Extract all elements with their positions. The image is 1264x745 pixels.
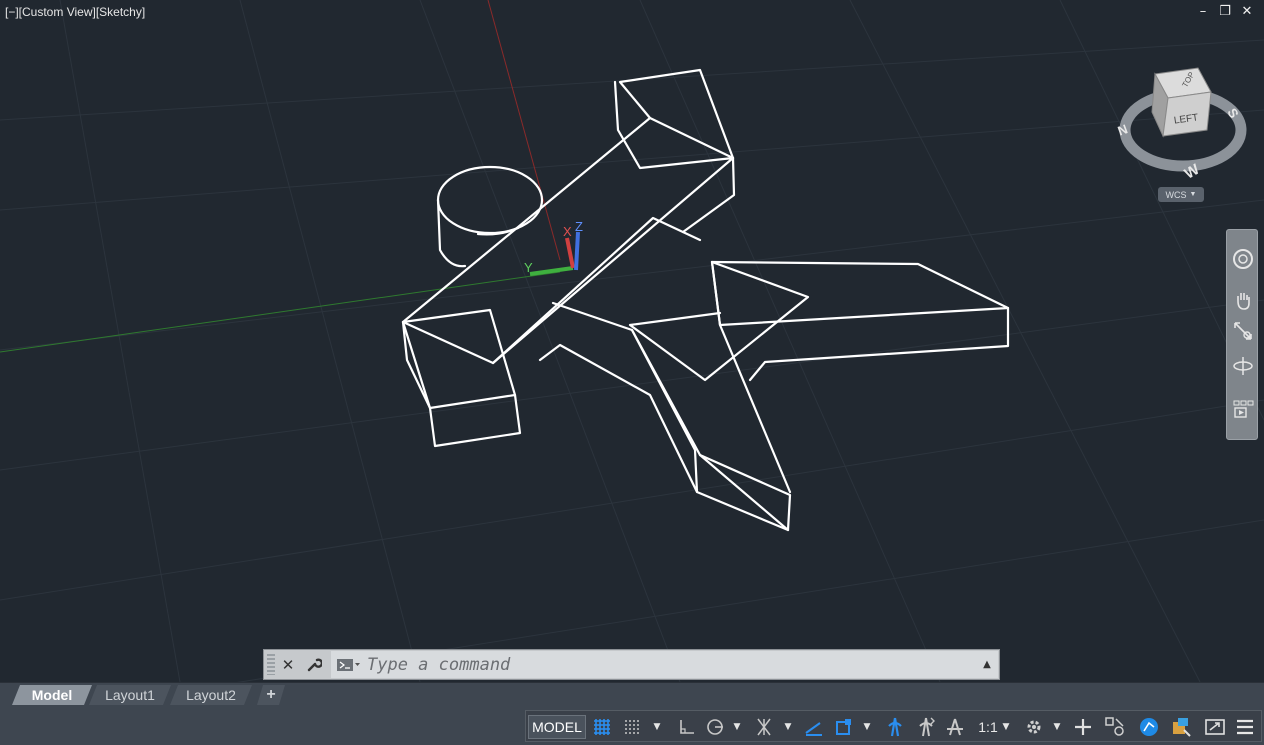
osnap-track-icon[interactable] <box>802 715 826 739</box>
tab-model[interactable]: Model <box>12 685 92 705</box>
zoom-extents-icon[interactable] <box>1231 319 1255 343</box>
model-space-button[interactable]: MODEL <box>528 715 586 739</box>
command-input-area[interactable]: ▲ <box>331 651 998 678</box>
minimize-icon[interactable]: – <box>1196 4 1210 20</box>
ucs-icon: Y X Z <box>524 219 583 276</box>
ucs-x-label: X <box>563 224 572 239</box>
chevron-down-icon[interactable]: ▼ <box>650 715 664 739</box>
tab-layout2-label: Layout2 <box>186 687 236 703</box>
chevron-down-icon[interactable]: ▼ <box>860 715 874 739</box>
osnap-icon[interactable] <box>832 715 856 739</box>
close-icon[interactable]: ✕ <box>1240 4 1254 20</box>
grid-lines <box>0 0 1264 682</box>
view-cube[interactable]: TOP LEFT N S W <box>1116 67 1247 183</box>
viewport-window-controls: – ❐ ✕ <box>1196 4 1254 20</box>
annotation-scale-value[interactable]: 1:1 <box>975 715 1001 739</box>
wcs-label: WCS <box>1165 189 1187 200</box>
customization-icon[interactable] <box>1232 715 1258 739</box>
isolate-icon[interactable] <box>1168 715 1194 739</box>
ortho-icon[interactable] <box>674 715 698 739</box>
quick-properties-icon[interactable] <box>1136 715 1162 739</box>
tab-model-label: Model <box>31 687 73 703</box>
chevron-down-icon[interactable]: ▼ <box>1000 715 1012 739</box>
model-viewport[interactable]: Y X Z TOP LEFT N S W [−][Custom View][Sk… <box>0 0 1264 682</box>
orbit-icon[interactable] <box>1231 354 1255 378</box>
annotation-visibility-icon[interactable] <box>882 715 908 739</box>
polar-icon[interactable] <box>703 715 727 739</box>
workspace-icon[interactable] <box>1022 715 1046 739</box>
snap-icon[interactable] <box>620 715 644 739</box>
command-prompt-icon[interactable] <box>331 658 365 672</box>
autoscale-icon[interactable] <box>913 715 939 739</box>
tab-layout2[interactable]: Layout2 <box>170 685 252 705</box>
clean-screen-icon[interactable] <box>1202 715 1228 739</box>
status-bar: MODEL ▼ ▼ ▼ ▼ 1:1 ▼ ▼ <box>0 708 1264 745</box>
grid-icon[interactable] <box>590 715 614 739</box>
drawing-canvas[interactable]: Y X Z TOP LEFT N S W <box>0 0 1264 682</box>
chevron-down-icon[interactable]: ▼ <box>1050 715 1064 739</box>
chevron-down-icon[interactable]: ▼ <box>781 715 795 739</box>
ucs-y-label: Y <box>524 260 533 275</box>
layout-tab-bar: Model Layout1 Layout2 + <box>0 682 1264 709</box>
pan-hand-icon[interactable] <box>1231 288 1255 312</box>
navigation-bar <box>1226 229 1258 440</box>
chevron-down-icon[interactable]: ▼ <box>730 715 744 739</box>
status-tray: MODEL ▼ ▼ ▼ ▼ 1:1 ▼ ▼ <box>525 710 1262 742</box>
restore-icon[interactable]: ❐ <box>1218 4 1232 20</box>
add-layout-label: + <box>266 686 276 703</box>
annotation-scale-icon[interactable] <box>942 715 968 739</box>
tab-layout1[interactable]: Layout1 <box>89 685 171 705</box>
wrench-icon[interactable] <box>301 650 327 679</box>
command-line: ✕ ▲ <box>263 649 1000 680</box>
showmotion-icon[interactable] <box>1231 398 1255 422</box>
chevron-up-icon[interactable]: ▲ <box>976 659 998 670</box>
ucs-z-label: Z <box>575 219 583 234</box>
add-layout-button[interactable]: + <box>257 685 285 705</box>
viewport-controls-label[interactable]: [−][Custom View][Sketchy] <box>5 5 145 19</box>
command-input[interactable] <box>365 653 976 676</box>
isodraft-icon[interactable] <box>752 715 776 739</box>
command-line-grip[interactable] <box>267 654 275 675</box>
steering-wheel-icon[interactable] <box>1231 247 1255 271</box>
tab-layout1-label: Layout1 <box>105 687 155 703</box>
chevron-down-icon: ▼ <box>1189 191 1197 198</box>
annotation-monitor-icon[interactable] <box>1071 715 1095 739</box>
wcs-menu-button[interactable]: WCS ▼ <box>1158 187 1204 202</box>
units-icon[interactable] <box>1102 715 1128 739</box>
3d-model-sketch[interactable] <box>401 68 1010 532</box>
close-icon[interactable]: ✕ <box>275 650 301 679</box>
